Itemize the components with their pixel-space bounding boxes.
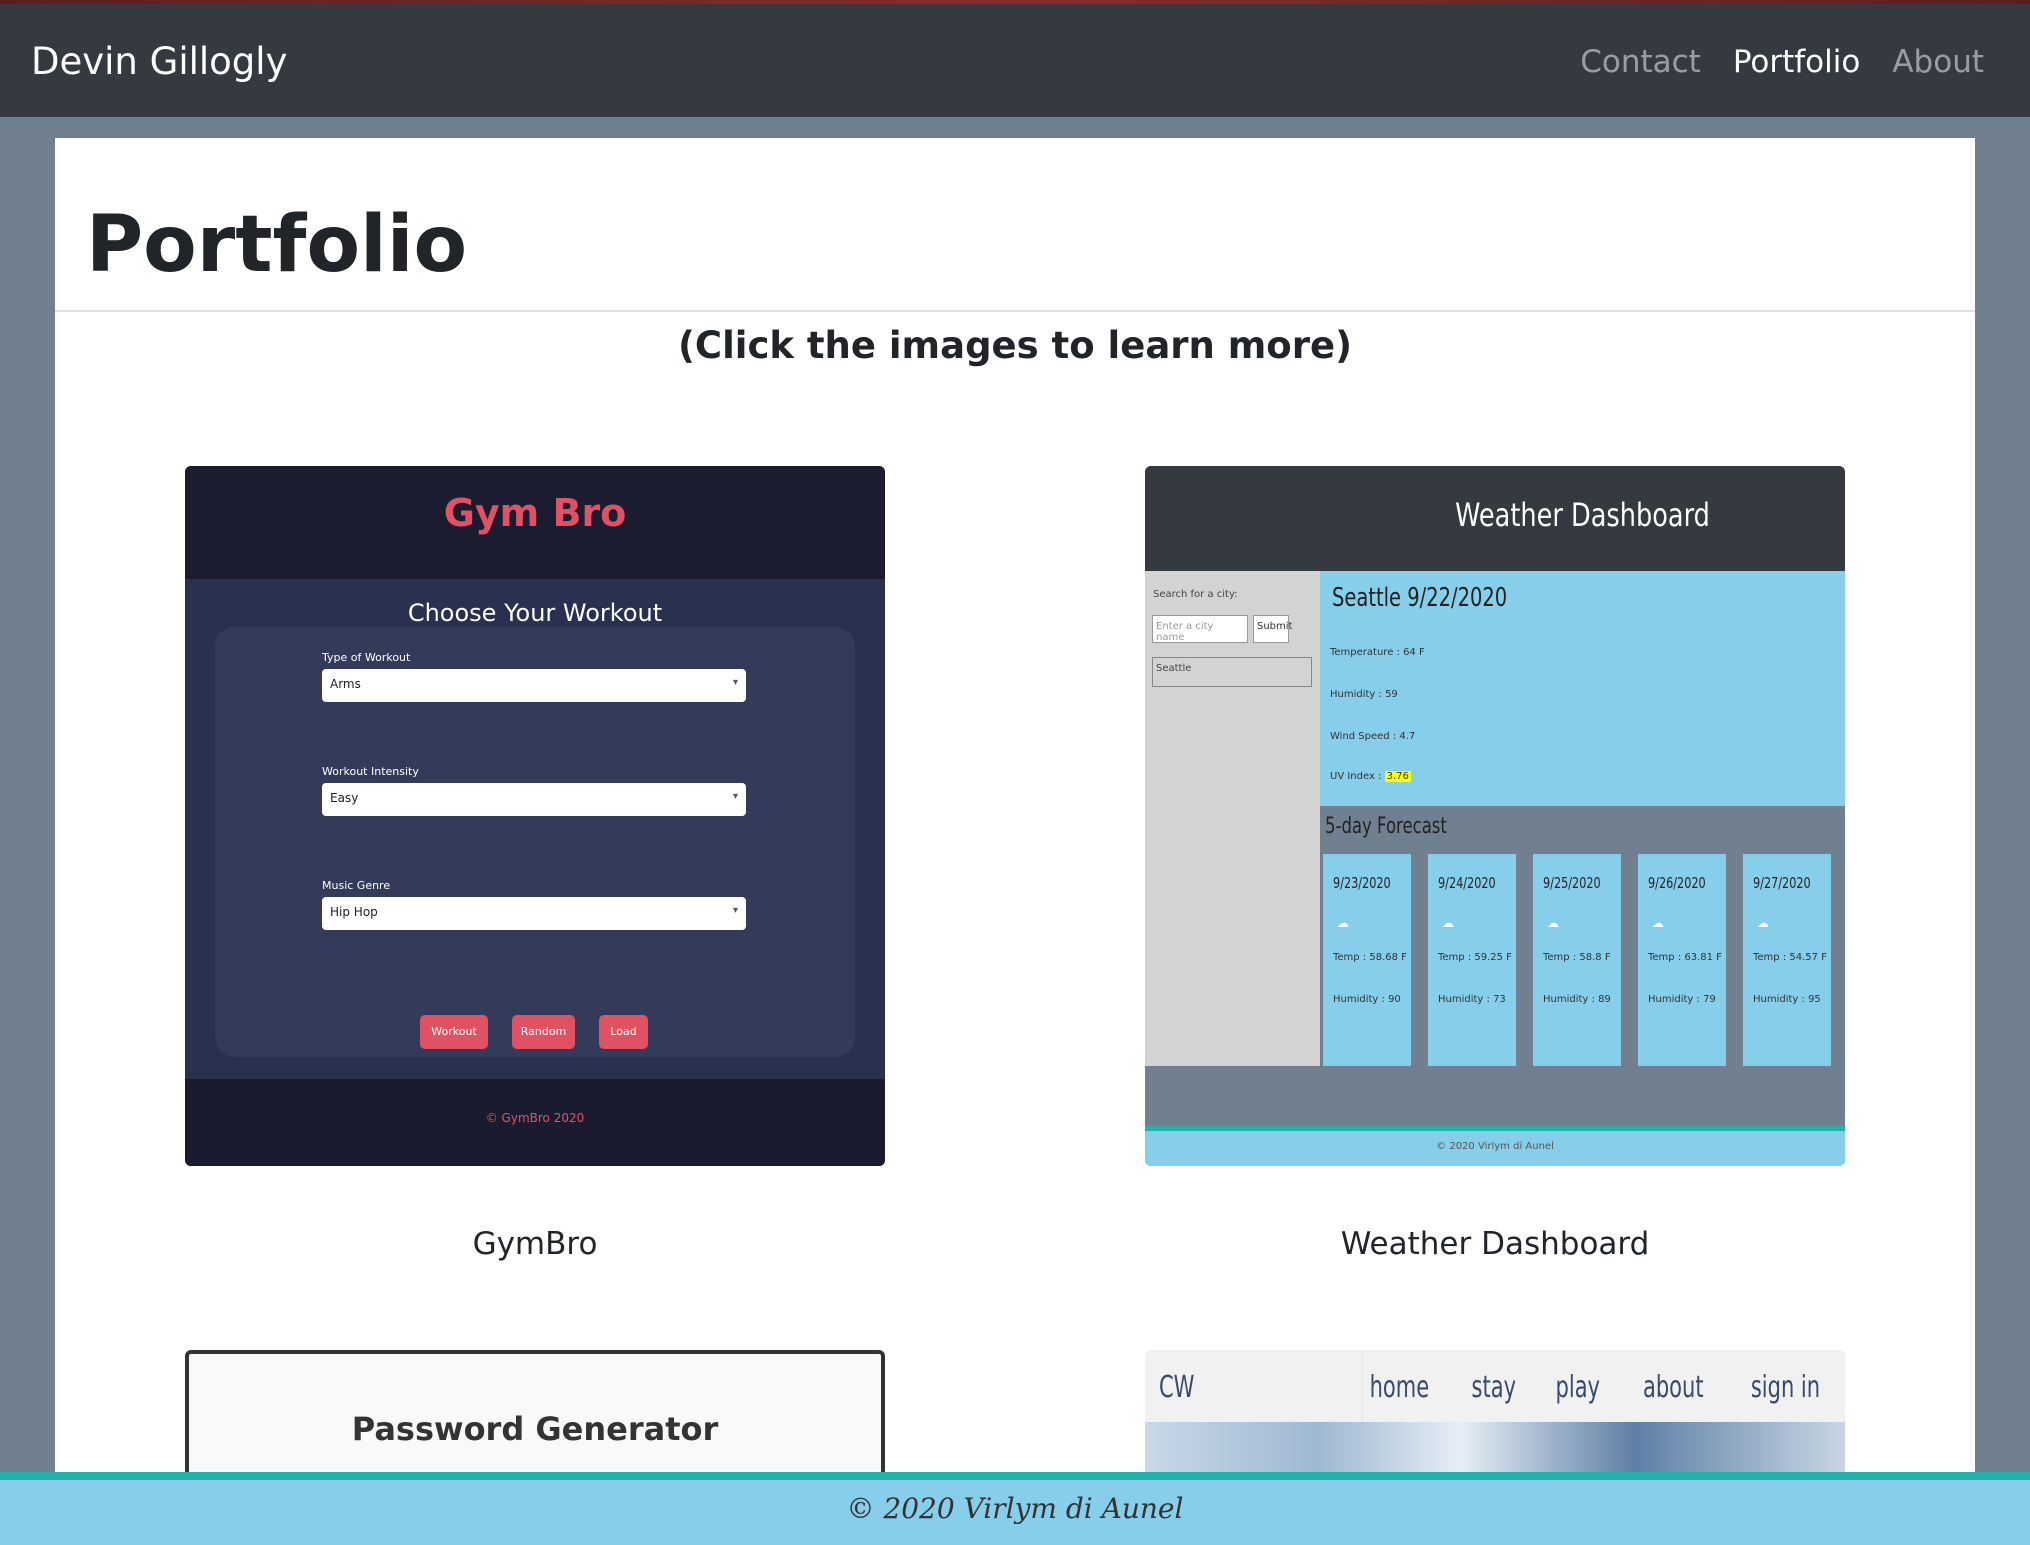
gymbro-load-button: Load [599, 1015, 648, 1049]
cw-link-home: home [1362, 1350, 1436, 1422]
weather-submit-button: Submit [1253, 615, 1292, 643]
gymbro-field-label: Music Genre [322, 879, 391, 892]
gymbro-field-label: Type of Workout [322, 651, 411, 664]
page-title: Portfolio [86, 200, 468, 290]
forecast-day-card: 9/24/2020 ☁ Temp : 59.25 F Humidity : 73 [1428, 854, 1516, 1066]
weather-dashboard-thumbnail[interactable]: Weather Dashboard Search for a city: Ent… [1145, 466, 1845, 1166]
weather-title: Weather Dashboard [1455, 496, 1710, 534]
gymbro-heading: Choose Your Workout [407, 599, 663, 627]
portfolio-panel: Portfolio (Click the images to learn mor… [55, 138, 1975, 1473]
gymbro-header: Gym Bro [185, 466, 885, 579]
gymbro-thumbnail[interactable]: Gym Bro Choose Your Workout Type of Work… [185, 466, 885, 1166]
weather-humidity: Humidity : 59 [1330, 689, 1398, 700]
forecast-day-card: 9/26/2020 ☁ Temp : 63.81 F Humidity : 79 [1638, 854, 1726, 1066]
forecast-day-card: 9/25/2020 ☁ Temp : 58.8 F Humidity : 89 [1533, 854, 1621, 1066]
weather-forecast-title: 5-day Forecast [1325, 814, 1447, 839]
weather-current: Seattle 9/22/2020 Temperature : 64 F Hum… [1320, 571, 1845, 806]
project-caption-gymbro: GymBro [472, 1226, 598, 1262]
weather-city-date: Seattle 9/22/2020 [1332, 583, 1508, 613]
divider [55, 310, 1975, 312]
forecast-temp: Temp : 58.68 F [1333, 952, 1407, 963]
cw-logo: CW [1159, 1370, 1195, 1405]
weather-uv: UV Index : 3.76 [1330, 771, 1411, 782]
weather-temperature: Temperature : 64 F [1330, 647, 1425, 658]
nav-link-portfolio[interactable]: Portfolio [1733, 44, 1861, 80]
weather-wind: Wind Speed : 4.7 [1330, 731, 1416, 742]
forecast-humidity: Humidity : 89 [1543, 994, 1611, 1005]
weather-search-label: Search for a city: [1153, 589, 1238, 600]
cw-navbar: CW home stay play about sign in [1145, 1350, 1845, 1422]
forecast-date: 9/27/2020 [1753, 874, 1811, 892]
weather-sidebar: Search for a city: Enter a city name Sub… [1145, 571, 1320, 1066]
cw-link-about: about [1642, 1370, 1704, 1405]
forecast-day-card: 9/23/2020 ☁ Temp : 58.68 F Humidity : 90 [1323, 854, 1411, 1066]
cw-nav-links: home stay play about sign in [1346, 1350, 1845, 1422]
forecast-temp: Temp : 63.81 F [1648, 952, 1722, 963]
gymbro-genre-select: Hip Hop [322, 897, 746, 930]
cw-hero-image [1145, 1422, 1845, 1473]
weather-uv-value: 3.76 [1384, 771, 1411, 782]
weather-uv-label: UV Index : [1330, 771, 1382, 782]
cw-link-sign-in: sign in [1750, 1370, 1821, 1405]
nav-link-about[interactable]: About [1892, 44, 1984, 80]
forecast-date: 9/26/2020 [1648, 874, 1706, 892]
page-footer: © 2020 Virlym di Aunel [0, 1480, 2030, 1545]
forecast-date: 9/25/2020 [1543, 874, 1601, 892]
weather-history-item: Seattle [1152, 657, 1312, 687]
cw-site-thumbnail[interactable]: CW home stay play about sign in [1145, 1350, 1845, 1473]
weather-copyright: © 2020 Virlym di Aunel [1436, 1141, 1554, 1152]
gymbro-copyright: © GymBro 2020 [485, 1111, 585, 1125]
cw-link-stay: stay [1472, 1370, 1517, 1405]
gymbro-logo-text: Gym Bro [443, 491, 627, 535]
forecast-temp: Temp : 58.8 F [1543, 952, 1611, 963]
cloud-icon: ☁ [1547, 916, 1559, 930]
forecast-humidity: Humidity : 95 [1753, 994, 1821, 1005]
gymbro-logo: Gym Bro [185, 491, 885, 535]
gymbro-workout-type-select: Arms [322, 669, 746, 702]
gymbro-random-button: Random [512, 1015, 575, 1049]
gymbro-workout-button: Workout [420, 1015, 488, 1049]
gymbro-form: Type of Workout Arms Workout Intensity E… [215, 627, 855, 1057]
forecast-temp: Temp : 54.57 F [1753, 952, 1827, 963]
password-generator-thumbnail[interactable]: Password Generator [185, 1350, 885, 1473]
nav-link-contact[interactable]: Contact [1580, 44, 1701, 80]
weather-header: Weather Dashboard [1145, 466, 1845, 571]
forecast-temp: Temp : 59.25 F [1438, 952, 1512, 963]
cw-link-play: play [1555, 1370, 1601, 1405]
forecast-date: 9/24/2020 [1438, 874, 1496, 892]
footer-accent [0, 1472, 2030, 1480]
gymbro-footer: © GymBro 2020 [185, 1079, 885, 1166]
cloud-icon: ☁ [1652, 916, 1664, 930]
page-subtitle: (Click the images to learn more) [678, 324, 1352, 367]
brand-link[interactable]: Devin Gillogly [31, 40, 287, 83]
password-generator-title: Password Generator [351, 1410, 719, 1448]
gymbro-intensity-select: Easy [322, 783, 746, 816]
footer-copyright: © 2020 Virlym di Aunel [846, 1492, 1184, 1525]
forecast-humidity: Humidity : 79 [1648, 994, 1716, 1005]
navbar: Devin Gillogly Contact Portfolio About [0, 4, 2030, 117]
weather-search-input: Enter a city name [1152, 615, 1248, 643]
gymbro-body: Choose Your Workout Type of Workout Arms… [185, 579, 885, 1079]
weather-footer: © 2020 Virlym di Aunel [1145, 1131, 1845, 1166]
forecast-day-card: 9/27/2020 ☁ Temp : 54.57 F Humidity : 95 [1743, 854, 1831, 1066]
project-caption-weather: Weather Dashboard [1340, 1226, 1650, 1262]
cloud-icon: ☁ [1757, 916, 1769, 930]
cloud-icon: ☁ [1337, 916, 1349, 930]
forecast-date: 9/23/2020 [1333, 874, 1391, 892]
forecast-humidity: Humidity : 90 [1333, 994, 1401, 1005]
gymbro-field-label: Workout Intensity [322, 765, 419, 778]
forecast-humidity: Humidity : 73 [1438, 994, 1506, 1005]
cloud-icon: ☁ [1442, 916, 1454, 930]
nav-links: Contact Portfolio About [1580, 44, 1984, 80]
